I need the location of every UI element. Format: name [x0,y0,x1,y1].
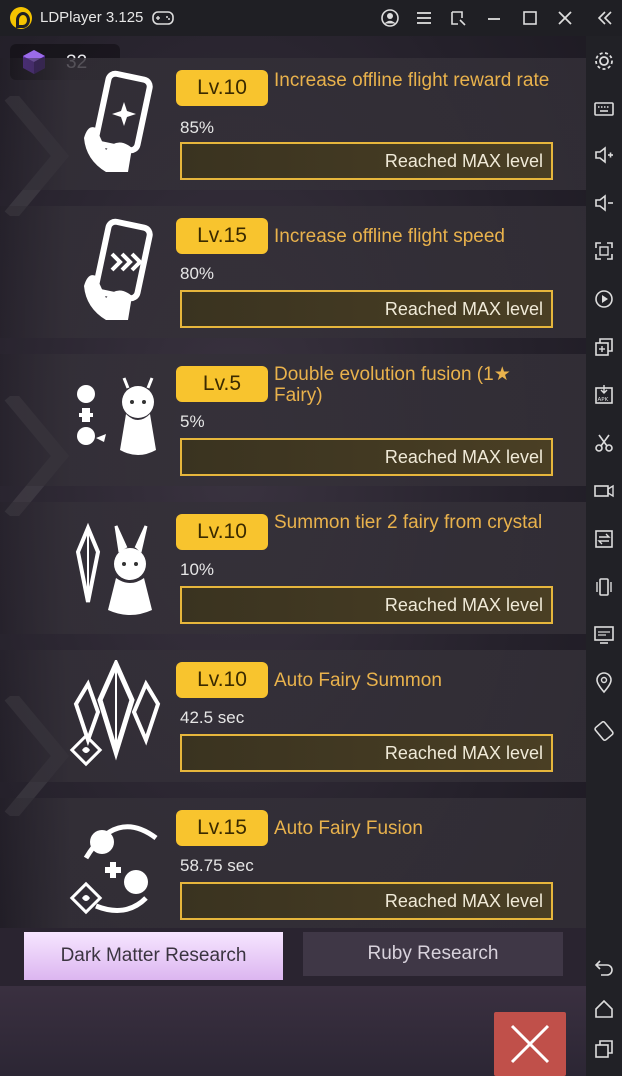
max-level-button[interactable]: Reached MAX level [180,142,553,180]
volume-up-icon[interactable] [593,144,615,166]
game-viewport: 32 Lv.10 Increase offline flight reward … [0,36,586,1076]
rotate-icon[interactable] [593,720,615,742]
max-level-button[interactable]: Reached MAX level [180,734,553,772]
research-title: Auto Fairy Fusion [274,818,423,839]
title-bar: LDPlayer 3.125 [0,0,622,36]
fullscreen-icon[interactable] [593,240,615,262]
research-value: 85% [180,118,215,137]
location-icon[interactable] [593,672,615,694]
svg-text:APK: APK [598,397,609,403]
settings-icon[interactable] [593,50,615,72]
shake-icon[interactable] [593,576,615,598]
research-card: Lv.10 Increase offline flight reward rat… [0,58,586,190]
research-title: Summon tier 2 fairy from crystal [274,512,543,533]
account-icon[interactable] [380,8,400,28]
phone-speed-icon [66,216,166,328]
maximize-icon[interactable] [520,8,540,28]
screen-icon[interactable] [593,624,615,646]
crystal-cluster-icon [66,657,166,772]
level-badge: Lv.5 [176,366,268,402]
phone-sparkle-icon [66,68,166,180]
collapse-sidebar-icon[interactable] [596,8,614,28]
multi-instance-icon[interactable] [593,336,615,358]
level-badge: Lv.10 [176,514,268,550]
research-title: Auto Fairy Summon [274,670,442,691]
research-card: Lv.15 Increase offline flight speed 80% … [0,206,586,338]
bottom-tab-bar: Dark Matter Research Ruby Research [0,928,586,1076]
auto-fusion-icon [66,808,166,920]
minimize-icon[interactable] [484,8,504,28]
level-badge: Lv.15 [176,218,268,254]
ldplayer-logo-icon [10,7,32,29]
max-level-button[interactable]: Reached MAX level [180,438,553,476]
back-icon[interactable] [593,956,615,978]
close-icon[interactable] [555,8,575,28]
recent-apps-icon[interactable] [593,1038,615,1060]
macro-icon[interactable] [593,288,615,310]
research-card: Lv.15 Auto Fairy Fusion 58.75 sec Reache… [0,798,586,930]
research-value: 58.75 sec [180,856,254,875]
gamepad-icon[interactable] [152,10,174,26]
tab-dark-matter-research[interactable]: Dark Matter Research [24,932,283,980]
level-badge: Lv.10 [176,662,268,698]
research-value: 42.5 sec [180,708,245,727]
tab-ruby-research[interactable]: Ruby Research [303,932,563,976]
research-title: Increase offline flight reward rate [274,70,550,91]
sync-icon[interactable] [593,528,615,550]
screenshot-icon[interactable] [448,8,468,28]
keyboard-icon[interactable] [593,98,615,120]
home-icon[interactable] [593,998,615,1020]
scissors-icon[interactable] [593,432,615,454]
close-panel-button[interactable] [494,1012,566,1076]
max-level-button[interactable]: Reached MAX level [180,586,553,624]
research-value: 10% [180,560,215,579]
level-badge: Lv.15 [176,810,268,846]
volume-down-icon[interactable] [593,192,615,214]
apk-icon[interactable]: APK [593,384,615,406]
research-title: Increase offline flight speed [274,226,505,247]
research-card: Lv.5 Double evolution fusion (1★ Fairy) … [0,354,586,486]
research-value: 5% [180,412,205,431]
research-card: Lv.10 Auto Fairy Summon 42.5 sec Reached… [0,650,586,782]
research-card: Lv.10 Summon tier 2 fairy from crystal 1… [0,502,586,634]
close-x-icon [510,1024,550,1064]
research-value: 80% [180,264,215,283]
crystal-fairy-icon [66,512,166,624]
max-level-button[interactable]: Reached MAX level [180,882,553,920]
window-title: LDPlayer 3.125 [40,9,144,26]
level-badge: Lv.10 [176,70,268,106]
emulator-sidebar: APK [586,36,622,1076]
research-title: Double evolution fusion (1★ Fairy) [274,364,511,406]
menu-icon[interactable] [414,8,434,28]
record-icon[interactable] [593,480,615,502]
max-level-button[interactable]: Reached MAX level [180,290,553,328]
fairy-fusion-icon [66,364,166,476]
